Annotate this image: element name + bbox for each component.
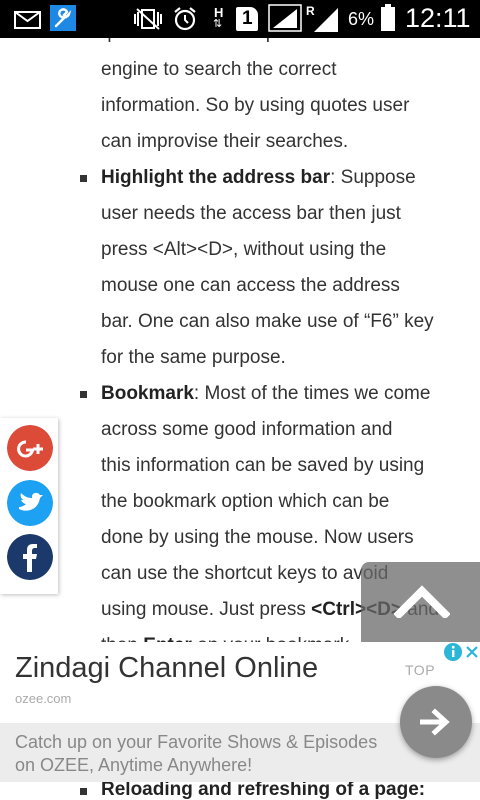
article-line: Highlight the address bar: Suppose bbox=[101, 166, 416, 190]
article-line: engine to search the correct bbox=[101, 59, 337, 80]
ad-top-label: TOP bbox=[405, 662, 436, 678]
article-line: done by using the mouse. Now users bbox=[101, 527, 414, 548]
clock: 12:11 bbox=[405, 3, 471, 33]
article-line: can use the shortcut keys to avoid bbox=[101, 563, 389, 584]
bullet bbox=[80, 175, 87, 182]
alarm-icon bbox=[174, 7, 196, 31]
back-to-top-button[interactable] bbox=[361, 562, 480, 649]
article-line: Bookmark: Most of the times we come bbox=[101, 382, 430, 406]
social-share-bar bbox=[0, 418, 58, 594]
ad-choices[interactable] bbox=[441, 642, 480, 664]
article-text: : Suppose bbox=[330, 167, 416, 188]
bookmark-heading: Bookmark bbox=[101, 383, 194, 404]
data-arrows-icon: ⇅ bbox=[213, 18, 223, 30]
google-plus-icon[interactable] bbox=[7, 425, 53, 471]
network-h-icon: H ⇅ bbox=[212, 5, 226, 33]
article-line: Reloading and refreshing of a page: bbox=[101, 781, 425, 800]
bullet bbox=[80, 788, 87, 795]
article-line: press <Alt><D>, without using the bbox=[101, 239, 387, 260]
sim-1-icon: 1 bbox=[236, 7, 258, 31]
ad-description: Catch up on your Favorite Shows & Episod… bbox=[15, 732, 378, 775]
ad-close-icon[interactable] bbox=[465, 644, 479, 660]
article-text: : Most of the times we come bbox=[193, 383, 431, 404]
ad-info-icon[interactable] bbox=[443, 642, 463, 662]
ad-open-button[interactable] bbox=[400, 686, 472, 758]
arrow-right-icon bbox=[420, 708, 450, 736]
article-line: this information can be saved by using bbox=[101, 455, 425, 476]
article-text: using mouse. Just press bbox=[101, 599, 312, 620]
reloading-heading: Reloading and refreshing of a page bbox=[101, 781, 419, 800]
article-line: user needs the access bar then just bbox=[101, 203, 401, 224]
article-line: can improvise their searches. bbox=[101, 131, 349, 152]
ad-banner[interactable]: Zindagi Channel Online ozee.com TOP Catc… bbox=[0, 642, 480, 782]
ad-domain: ozee.com bbox=[15, 691, 72, 706]
facebook-icon[interactable] bbox=[7, 534, 53, 580]
no-vibrate-icon bbox=[134, 8, 162, 30]
article-line: information. So by using quotes user bbox=[101, 95, 410, 116]
mail-icon bbox=[14, 11, 41, 29]
wrench-icon bbox=[50, 5, 76, 31]
article-text: : bbox=[418, 781, 426, 800]
signal-icon bbox=[268, 4, 302, 32]
roaming-signal-icon: R bbox=[306, 4, 340, 32]
article-line: for the same purpose. bbox=[101, 347, 286, 368]
twitter-icon[interactable] bbox=[7, 480, 53, 526]
article-bottom-strip: Reloading and refreshing of a page: bbox=[0, 781, 480, 800]
highlight-address-bar-heading: Highlight the address bar bbox=[101, 167, 331, 188]
article-line: bar. One can also make use of “F6” key bbox=[101, 311, 434, 332]
sim-slot-label: 1 bbox=[242, 8, 253, 29]
battery-percent: 6% bbox=[348, 9, 375, 29]
ad-title[interactable]: Zindagi Channel Online bbox=[15, 652, 318, 685]
bullet bbox=[80, 391, 87, 398]
status-bar: H ⇅ 1 R 6% 12:11 bbox=[0, 0, 480, 38]
battery-icon bbox=[381, 4, 395, 31]
chevron-up-icon bbox=[394, 585, 450, 618]
article-line: across some good information and bbox=[101, 419, 393, 440]
article-line: the bookmark option which can be bbox=[101, 491, 390, 512]
article-line: mouse one can access the address bbox=[101, 275, 400, 296]
